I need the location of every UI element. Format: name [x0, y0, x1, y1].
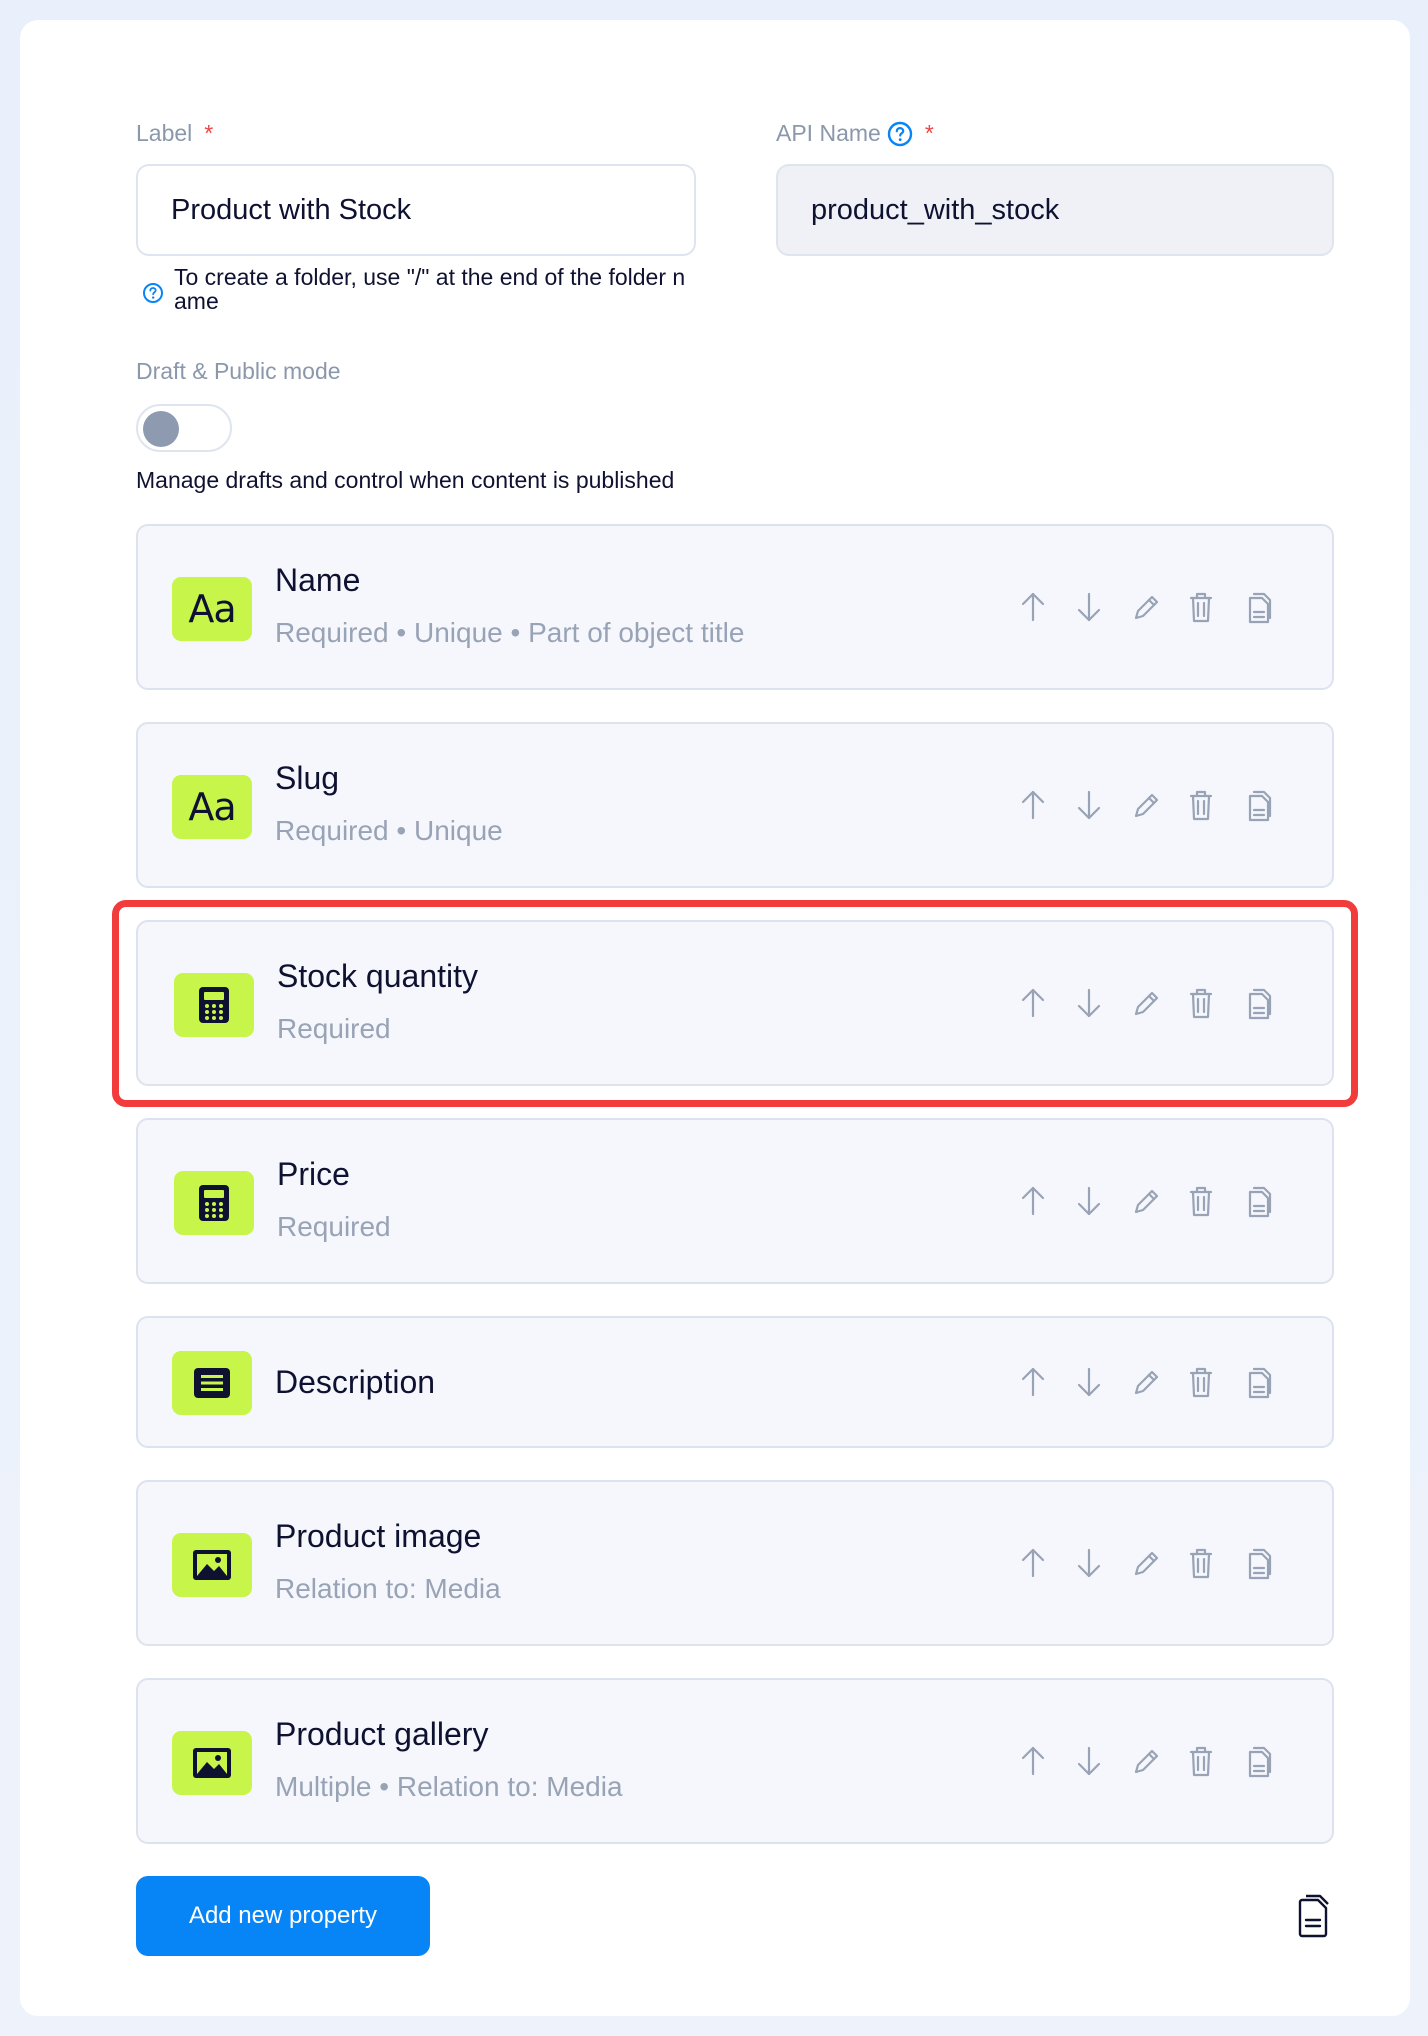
rich-text-icon: [172, 1351, 252, 1415]
property-row-price[interactable]: Price Required: [136, 1118, 1334, 1284]
trash-icon[interactable]: [1186, 1365, 1216, 1399]
property-title: Slug: [275, 760, 340, 796]
trash-icon[interactable]: [1186, 1546, 1216, 1580]
property-meta: Required • Unique • Part of object title: [275, 617, 745, 648]
label-input-value: Product with Stock: [171, 193, 412, 226]
property-row-description[interactable]: Description: [136, 1316, 1334, 1448]
duplicate-icon[interactable]: [1242, 590, 1272, 624]
property-meta: Multiple • Relation to: Media: [275, 1771, 623, 1802]
pencil-icon[interactable]: [1130, 788, 1160, 822]
duplicate-icon[interactable]: [1242, 1546, 1272, 1580]
arrow-up-icon[interactable]: [1018, 1744, 1048, 1778]
arrow-down-icon[interactable]: [1074, 1744, 1104, 1778]
duplicate-icon[interactable]: [1242, 1365, 1272, 1399]
label-hint: To create a folder, use "/" at the end o…: [174, 264, 686, 314]
image-icon: [172, 1731, 252, 1795]
arrow-up-icon[interactable]: [1018, 788, 1048, 822]
duplicate-icon[interactable]: [1242, 788, 1272, 822]
duplicate-icon[interactable]: [1242, 1744, 1272, 1778]
property-row-name[interactable]: Aa Name Required • Unique • Part of obje…: [136, 524, 1334, 690]
draft-mode-title: Draft & Public mode: [136, 358, 341, 384]
property-meta: Required • Unique: [275, 815, 503, 846]
arrow-down-icon[interactable]: [1074, 1184, 1104, 1218]
paste-icon[interactable]: [1294, 1894, 1332, 1938]
highlight-box: [112, 900, 1358, 1107]
property-row-product-gallery[interactable]: Product gallery Multiple • Relation to: …: [136, 1678, 1334, 1844]
property-actions: [1018, 1744, 1272, 1778]
trash-icon[interactable]: [1186, 1744, 1216, 1778]
trash-icon[interactable]: [1186, 590, 1216, 624]
property-actions: [1018, 788, 1272, 822]
pencil-icon[interactable]: [1130, 1184, 1160, 1218]
property-meta: Relation to: Media: [275, 1573, 501, 1604]
property-meta: Required: [277, 1211, 391, 1242]
arrow-down-icon[interactable]: [1074, 1365, 1104, 1399]
text-icon: Aa: [172, 775, 252, 839]
text-icon-glyph: Aa: [188, 785, 236, 829]
property-actions: [1018, 1184, 1272, 1218]
property-title: Description: [275, 1364, 436, 1400]
property-actions: [1018, 1546, 1272, 1580]
property-title: Product image: [275, 1518, 482, 1554]
pencil-icon[interactable]: [1130, 1365, 1160, 1399]
arrow-down-icon[interactable]: [1074, 1546, 1104, 1580]
trash-icon[interactable]: [1186, 1184, 1216, 1218]
rich-text-glyph: [194, 1368, 230, 1398]
calculator-icon: [174, 1171, 254, 1235]
draft-mode-toggle[interactable]: [136, 404, 232, 452]
property-actions: [1018, 1365, 1272, 1399]
property-actions: [1018, 590, 1272, 624]
api-name-title-text: API Name: [776, 120, 881, 146]
pencil-icon[interactable]: [1130, 1546, 1160, 1580]
api-name-field-title: API Name *: [776, 120, 934, 147]
arrow-up-icon[interactable]: [1018, 590, 1048, 624]
help-icon[interactable]: [887, 121, 913, 147]
required-star: *: [924, 120, 934, 146]
property-row-slug[interactable]: Aa Slug Required • Unique: [136, 722, 1334, 888]
label-field-title-text: Label: [136, 120, 193, 146]
property-title: Product gallery: [275, 1716, 489, 1752]
image-icon: [172, 1533, 252, 1597]
arrow-up-icon[interactable]: [1018, 1365, 1048, 1399]
property-row-product-image[interactable]: Product image Relation to: Media: [136, 1480, 1334, 1646]
pencil-icon[interactable]: [1130, 590, 1160, 624]
draft-mode-description: Manage drafts and control when content i…: [136, 467, 675, 493]
property-title: Price: [277, 1156, 350, 1192]
required-star: *: [204, 120, 214, 146]
arrow-up-icon[interactable]: [1018, 1184, 1048, 1218]
calculator-glyph: [199, 1185, 229, 1221]
arrow-up-icon[interactable]: [1018, 1546, 1048, 1580]
arrow-down-icon[interactable]: [1074, 788, 1104, 822]
add-new-property-button[interactable]: Add new property: [136, 1876, 430, 1956]
api-name-input-value: product_with_stock: [811, 193, 1060, 226]
text-icon: Aa: [172, 577, 252, 641]
image-glyph: [193, 1550, 231, 1580]
arrow-down-icon[interactable]: [1074, 590, 1104, 624]
text-icon-glyph: Aa: [188, 587, 236, 631]
duplicate-icon[interactable]: [1242, 1184, 1272, 1218]
label-field-title: Label *: [136, 120, 213, 147]
toggle-knob: [143, 411, 179, 447]
label-input[interactable]: Product with Stock: [136, 164, 696, 256]
trash-icon[interactable]: [1186, 788, 1216, 822]
content-type-editor: Label * Product with Stock To create a f…: [20, 20, 1410, 2016]
api-name-input[interactable]: product_with_stock: [776, 164, 1334, 256]
pencil-icon[interactable]: [1130, 1744, 1160, 1778]
image-glyph: [193, 1748, 231, 1778]
property-title: Name: [275, 562, 361, 598]
